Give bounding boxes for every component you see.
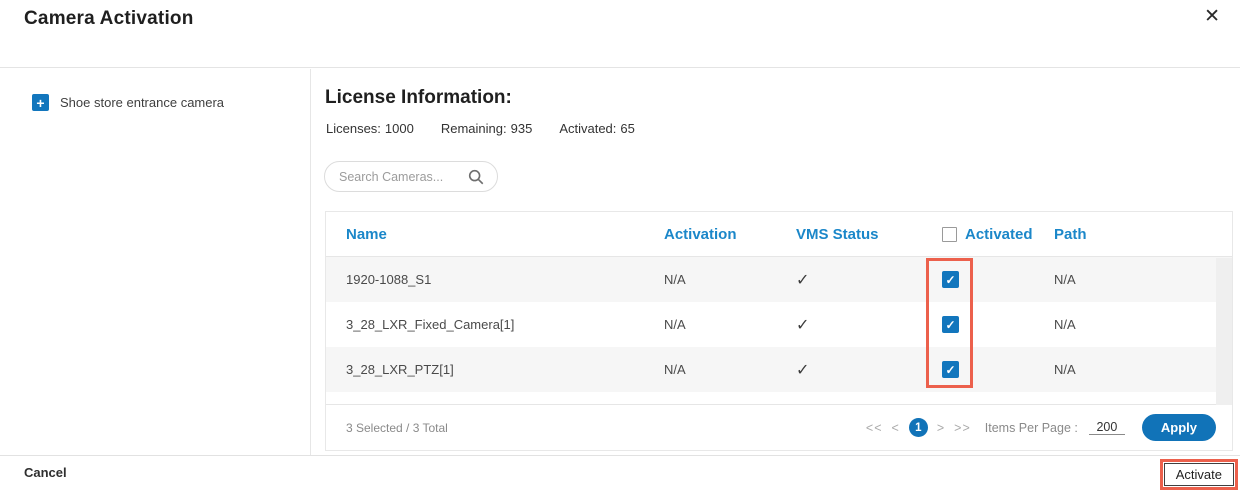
cameras-table: Name Activation VMS Status Activated Pat… — [325, 211, 1233, 451]
checkmark-icon: ✓ — [945, 364, 955, 376]
licenses-stat: Licenses: 1000 — [326, 121, 414, 136]
column-header-activation[interactable]: Activation — [664, 226, 796, 243]
cancel-button[interactable]: Cancel — [24, 465, 67, 480]
cell-path: N/A — [1054, 317, 1232, 332]
licenses-value: 1000 — [385, 121, 414, 136]
search-icon[interactable] — [467, 168, 485, 186]
activated-stat: Activated: 65 — [559, 121, 635, 136]
sidebar-item-camera[interactable]: + Shoe store entrance camera — [32, 94, 224, 111]
cell-path: N/A — [1054, 362, 1232, 377]
current-page-button[interactable]: 1 — [909, 418, 928, 437]
table-footer: 3 Selected / 3 Total << < 1 > >> Items P… — [326, 404, 1232, 450]
cell-vms-status: ✓ — [796, 315, 942, 335]
column-header-activated: Activated — [942, 226, 1054, 243]
column-header-name[interactable]: Name — [326, 226, 664, 243]
items-per-page-label: Items Per Page : — [985, 421, 1078, 435]
selection-summary: 3 Selected / 3 Total — [346, 421, 448, 435]
main-panel: License Information: Licenses: 1000 Rema… — [311, 69, 1240, 455]
cell-name: 3_28_LXR_PTZ[1] — [326, 362, 664, 377]
cell-activated: ✓ — [942, 316, 1054, 333]
apply-button[interactable]: Apply — [1142, 414, 1216, 441]
activate-button[interactable]: Activate — [1164, 463, 1234, 486]
select-all-checkbox[interactable] — [942, 227, 957, 242]
column-header-path[interactable]: Path — [1054, 226, 1232, 243]
table-row[interactable]: 3_28_LXR_Fixed_Camera[1] N/A ✓ ✓ N/A — [326, 302, 1232, 347]
prev-page-button[interactable]: < — [892, 421, 900, 435]
activated-label: Activated: — [559, 121, 616, 136]
dialog-title: Camera Activation — [24, 8, 194, 30]
remaining-label: Remaining: — [441, 121, 507, 136]
license-heading: License Information: — [325, 87, 512, 109]
column-header-vms-status[interactable]: VMS Status — [796, 226, 942, 243]
activated-checkbox[interactable]: ✓ — [942, 361, 959, 378]
table-header-row: Name Activation VMS Status Activated Pat… — [326, 212, 1232, 257]
cell-activated: ✓ — [942, 271, 1054, 288]
cell-vms-status: ✓ — [796, 360, 942, 380]
last-page-button[interactable]: >> — [954, 421, 971, 435]
plus-icon: + — [32, 94, 49, 111]
search-box — [324, 161, 498, 192]
cell-activation: N/A — [664, 317, 796, 332]
camera-activation-dialog: { "dialog": { "title": "Camera Activatio… — [0, 0, 1240, 490]
table-scrollbar[interactable] — [1216, 258, 1232, 405]
cell-vms-status: ✓ — [796, 270, 942, 290]
table-row[interactable]: 1920-1088_S1 N/A ✓ ✓ N/A — [326, 257, 1232, 302]
table-spacer — [326, 392, 1232, 404]
search-input[interactable] — [339, 170, 467, 184]
license-stats: Licenses: 1000 Remaining: 935 Activated:… — [326, 121, 635, 136]
remaining-value: 935 — [511, 121, 533, 136]
cell-activation: N/A — [664, 362, 796, 377]
vms-check-icon: ✓ — [796, 272, 809, 289]
checkmark-icon: ✓ — [945, 319, 955, 331]
pagination: << < 1 > >> Items Per Page : Apply — [866, 414, 1216, 441]
vms-check-icon: ✓ — [796, 317, 809, 334]
table-row[interactable]: 3_28_LXR_PTZ[1] N/A ✓ ✓ N/A — [326, 347, 1232, 392]
items-per-page-input[interactable] — [1089, 420, 1125, 435]
activate-highlight-annotation: Activate — [1160, 459, 1238, 490]
cell-activated: ✓ — [942, 361, 1054, 378]
dialog-header: Camera Activation ✕ — [0, 0, 1240, 68]
cell-name: 3_28_LXR_Fixed_Camera[1] — [326, 317, 664, 332]
licenses-label: Licenses: — [326, 121, 381, 136]
activated-checkbox[interactable]: ✓ — [942, 271, 959, 288]
checkmark-icon: ✓ — [945, 274, 955, 286]
cell-path: N/A — [1054, 272, 1232, 287]
first-page-button[interactable]: << — [866, 421, 883, 435]
cell-activation: N/A — [664, 272, 796, 287]
close-icon[interactable]: ✕ — [1196, 2, 1228, 33]
dialog-action-bar: Cancel Activate — [0, 455, 1240, 490]
camera-name-label: Shoe store entrance camera — [60, 95, 224, 110]
activated-column-label[interactable]: Activated — [965, 226, 1033, 243]
vms-check-icon: ✓ — [796, 362, 809, 379]
cell-name: 1920-1088_S1 — [326, 272, 664, 287]
remaining-stat: Remaining: 935 — [441, 121, 532, 136]
next-page-button[interactable]: > — [937, 421, 945, 435]
activated-checkbox[interactable]: ✓ — [942, 316, 959, 333]
camera-sidebar: + Shoe store entrance camera — [0, 69, 311, 455]
activated-value: 65 — [620, 121, 634, 136]
